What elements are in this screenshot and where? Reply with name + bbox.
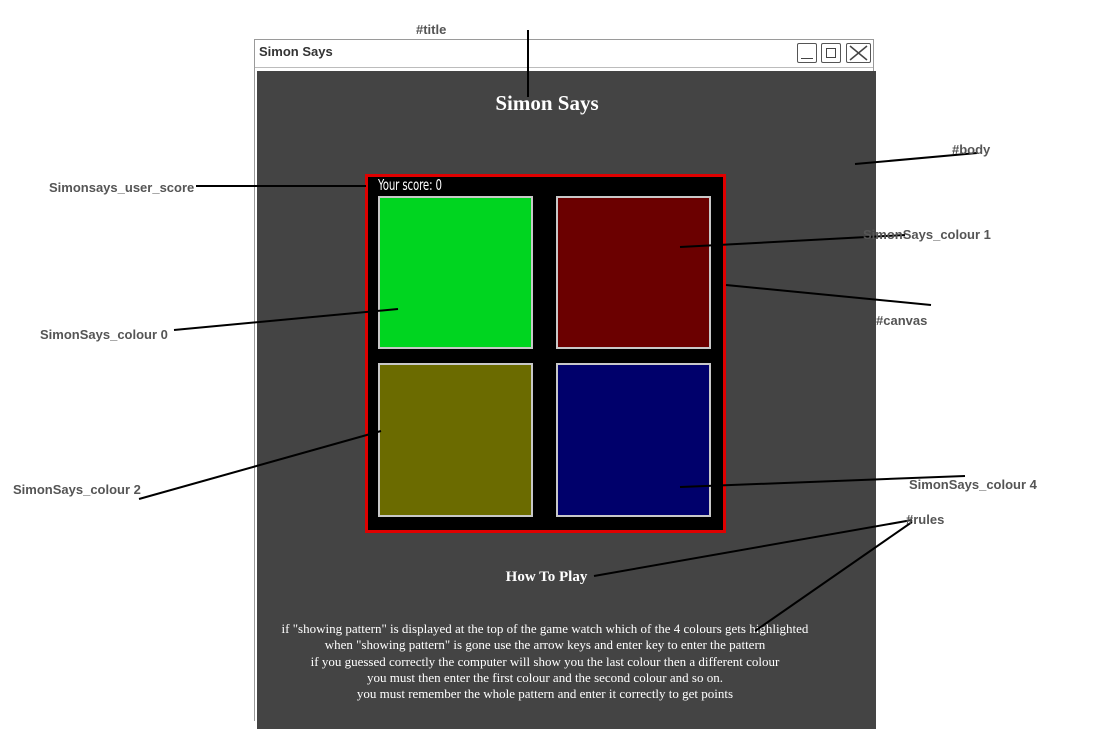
- annotation-lines: [138, 30, 978, 632]
- annotation-title: #title: [416, 22, 447, 37]
- annotation-body: #body: [952, 142, 991, 157]
- annotation-colour-1: SimonSays_colour 1: [863, 227, 991, 242]
- leader-line-rules-text: [754, 521, 913, 632]
- annotation-canvas: #canvas: [876, 313, 928, 328]
- leader-line-colour-2: [138, 430, 382, 500]
- annotation-colour-2: SimonSays_colour 2: [13, 482, 141, 497]
- annotation-colour-0: SimonSays_colour 0: [40, 327, 168, 342]
- leader-line-colour-0: [173, 308, 399, 331]
- leader-line-rules-heading: [593, 519, 913, 577]
- annotation-user-score: Simonsays_user_score: [49, 180, 195, 195]
- annotation-colour-4: SimonSays_colour 4: [909, 477, 1037, 492]
- leader-line-canvas: [725, 284, 932, 306]
- annotation-rules: #rules: [906, 512, 945, 527]
